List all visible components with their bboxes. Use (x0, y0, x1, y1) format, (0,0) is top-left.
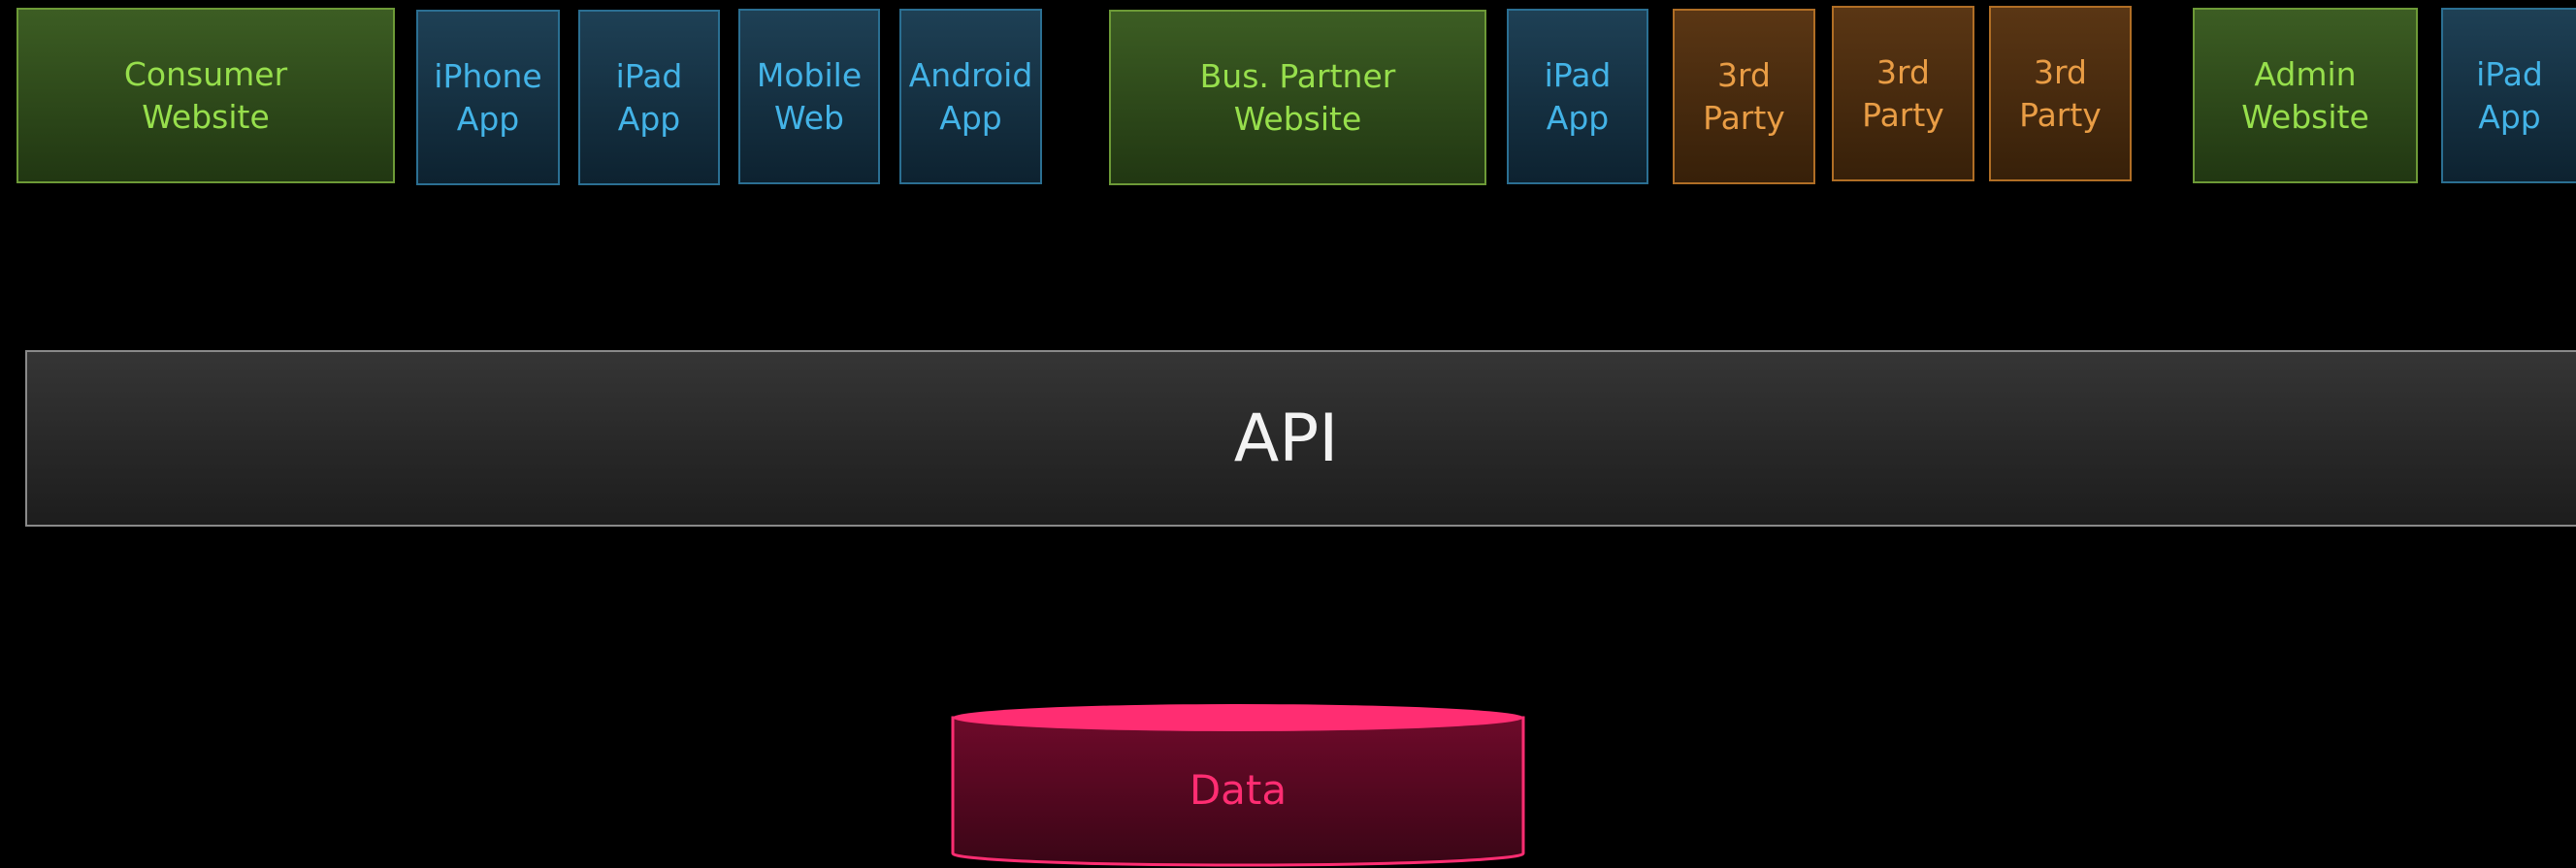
third-party-box: 3rd Party (1989, 6, 2132, 181)
ipad-app-box: iPad App (2441, 8, 2576, 183)
consumer-website-box: Consumer Website (16, 8, 395, 183)
data-store-cylinder: Data (951, 700, 1525, 868)
data-label: Data (1189, 766, 1288, 814)
iphone-app-box: iPhone App (416, 10, 560, 185)
api-layer: API (25, 350, 2576, 527)
mobile-web-box: Mobile Web (738, 9, 880, 184)
bus-partner-website-box: Bus. Partner Website (1109, 10, 1486, 185)
third-party-box: 3rd Party (1832, 6, 1974, 181)
ipad-app-box: iPad App (578, 10, 720, 185)
android-app-box: Android App (899, 9, 1042, 184)
ipad-app-box: iPad App (1507, 9, 1648, 184)
third-party-box: 3rd Party (1673, 9, 1815, 184)
admin-website-box: Admin Website (2193, 8, 2418, 183)
api-label: API (1233, 400, 1339, 477)
